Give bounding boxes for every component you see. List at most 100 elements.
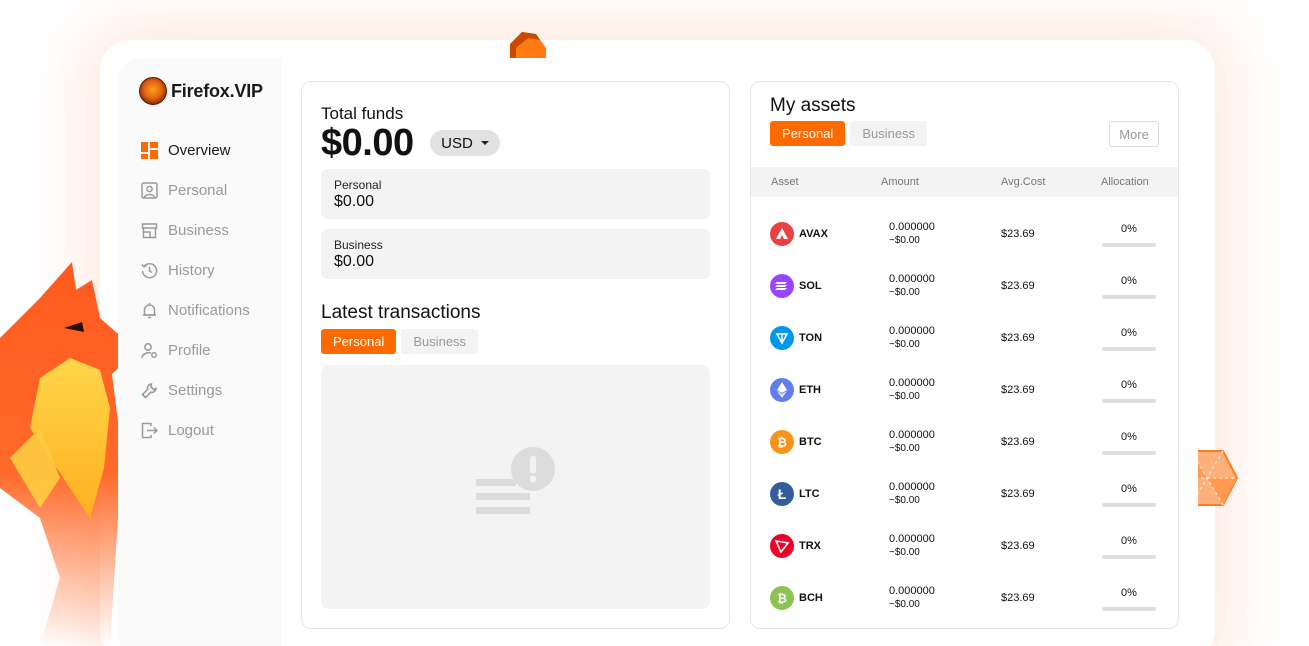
asset-symbol: BTC — [799, 436, 822, 448]
brand-name: Firefox.VIP — [171, 80, 263, 101]
asset-row-btc[interactable]: ₿ BTC 0.000000 ~$0.00 $23.69 0% — [751, 427, 1178, 479]
sidebar-item-overview[interactable]: Overview — [140, 130, 250, 170]
wrench-icon — [140, 381, 158, 399]
asset-allocation-percent: 0% — [1121, 587, 1137, 599]
business-balance-value: $0.00 — [334, 253, 375, 270]
asset-amount-value: 0.000000 — [889, 533, 935, 545]
svg-text:₿: ₿ — [777, 436, 787, 450]
my-assets-card: My assets Personal Business More Asset A… — [750, 81, 1179, 629]
asset-allocation-percent: 0% — [1121, 379, 1137, 391]
asset-amount-value: 0.000000 — [889, 377, 935, 389]
trx-coin-icon — [770, 534, 794, 558]
asset-amount: 0.000000 ~$0.00 — [889, 324, 935, 352]
asset-amount: 0.000000 ~$0.00 — [889, 272, 935, 300]
asset-allocation-percent: 0% — [1121, 223, 1137, 235]
allocation-bar — [1102, 451, 1156, 455]
btc-coin-icon: ₿ — [770, 430, 794, 454]
asset-amount: 0.000000 ~$0.00 — [889, 584, 935, 612]
business-balance: Business $0.00 — [321, 229, 710, 279]
asset-amount-value: 0.000000 — [889, 429, 935, 441]
sidebar-item-label: Notifications — [168, 301, 250, 319]
currency-value: USD — [441, 134, 473, 152]
asset-row-eth[interactable]: ETH 0.000000 ~$0.00 $23.69 0% — [751, 375, 1178, 427]
asset-symbol: AVAX — [799, 228, 828, 240]
asset-allocation-percent: 0% — [1121, 431, 1137, 443]
asset-avg-cost: $23.69 — [1001, 332, 1035, 344]
sidebar: Firefox.VIP Overview Personal Business H… — [118, 58, 281, 646]
asset-symbol: SOL — [799, 280, 822, 292]
allocation-bar — [1102, 347, 1156, 351]
column-asset: Asset — [771, 176, 799, 188]
latest-transactions-title: Latest transactions — [321, 302, 481, 323]
svg-text:₿: ₿ — [777, 592, 787, 606]
asset-amount-fiat: ~$0.00 — [889, 547, 920, 558]
asset-row-trx[interactable]: TRX 0.000000 ~$0.00 $23.69 0% — [751, 531, 1178, 583]
sidebar-item-personal[interactable]: Personal — [140, 170, 250, 210]
total-funds-label: Total funds — [321, 104, 404, 123]
app-window: Firefox.VIP Overview Personal Business H… — [118, 58, 1198, 646]
column-amount: Amount — [881, 176, 919, 188]
asset-amount-value: 0.000000 — [889, 481, 935, 493]
allocation-bar — [1102, 295, 1156, 299]
dashboard-icon — [140, 141, 158, 159]
asset-row-avax[interactable]: AVAX 0.000000 ~$0.00 $23.69 0% — [751, 219, 1178, 271]
bell-icon — [140, 301, 158, 319]
tab-personal[interactable]: Personal — [321, 329, 397, 354]
ton-coin-icon — [770, 326, 794, 350]
asset-amount-value: 0.000000 — [889, 325, 935, 337]
sol-coin-icon — [770, 274, 794, 298]
sidebar-item-label: Overview — [168, 141, 231, 159]
asset-amount-fiat: ~$0.00 — [889, 599, 920, 610]
column-avg-cost: Avg.Cost — [1001, 176, 1046, 188]
transactions-empty-state — [321, 365, 710, 609]
asset-row-ton[interactable]: TON 0.000000 ~$0.00 $23.69 0% — [751, 323, 1178, 375]
sidebar-item-logout[interactable]: Logout — [140, 410, 250, 450]
asset-row-ltc[interactable]: Ł LTC 0.000000 ~$0.00 $23.69 0% — [751, 479, 1178, 531]
sidebar-item-profile[interactable]: Profile — [140, 330, 250, 370]
asset-row-bch[interactable]: ₿ BCH 0.000000 ~$0.00 $23.69 0% — [751, 583, 1178, 628]
history-icon — [140, 261, 158, 279]
sidebar-item-history[interactable]: History — [140, 250, 250, 290]
asset-amount-fiat: ~$0.00 — [889, 339, 920, 350]
currency-select[interactable]: USD — [430, 130, 500, 156]
allocation-bar — [1102, 607, 1156, 611]
sidebar-item-label: Personal — [168, 181, 228, 199]
tab-personal[interactable]: Personal — [770, 121, 846, 146]
asset-symbol: TRX — [799, 540, 821, 552]
allocation-bar — [1102, 503, 1156, 507]
store-icon — [140, 221, 158, 239]
assets-table-header: Asset Amount Avg.Cost Allocation — [751, 167, 1178, 197]
brand[interactable]: Firefox.VIP — [139, 77, 263, 105]
asset-avg-cost: $23.69 — [1001, 280, 1035, 292]
asset-allocation-percent: 0% — [1121, 535, 1137, 547]
asset-amount-value: 0.000000 — [889, 221, 935, 233]
asset-symbol: ETH — [799, 384, 821, 396]
asset-symbol: LTC — [799, 488, 820, 500]
column-allocation: Allocation — [1101, 176, 1149, 188]
asset-amount-value: 0.000000 — [889, 273, 935, 285]
my-assets-title: My assets — [770, 95, 856, 116]
asset-symbol: TON — [799, 332, 823, 344]
total-funds-card: Total funds $0.00 USD Personal $0.00 Bus… — [301, 81, 730, 629]
tab-business[interactable]: Business — [401, 329, 479, 354]
fire-fox-logo-icon — [139, 77, 167, 105]
asset-avg-cost: $23.69 — [1001, 228, 1035, 240]
more-button[interactable]: More — [1109, 121, 1159, 147]
sidebar-item-label: History — [168, 261, 215, 279]
sidebar-item-settings[interactable]: Settings — [140, 370, 250, 410]
logout-icon — [140, 421, 158, 439]
ltc-coin-icon: Ł — [770, 482, 794, 506]
asset-avg-cost: $23.69 — [1001, 488, 1035, 500]
asset-amount-fiat: ~$0.00 — [889, 287, 920, 298]
tab-business[interactable]: Business — [850, 121, 928, 146]
asset-amount-value: 0.000000 — [889, 585, 935, 597]
sidebar-item-label: Settings — [168, 381, 223, 399]
sidebar-item-label: Profile — [168, 341, 211, 359]
transactions-tabs: Personal Business — [321, 329, 479, 354]
sidebar-item-label: Logout — [168, 421, 214, 439]
personal-balance-value: $0.00 — [334, 193, 375, 210]
total-funds-amount: $0.00 — [321, 122, 414, 164]
asset-row-sol[interactable]: SOL 0.000000 ~$0.00 $23.69 0% — [751, 271, 1178, 323]
sidebar-item-notifications[interactable]: Notifications — [140, 290, 250, 330]
sidebar-item-business[interactable]: Business — [140, 210, 250, 250]
